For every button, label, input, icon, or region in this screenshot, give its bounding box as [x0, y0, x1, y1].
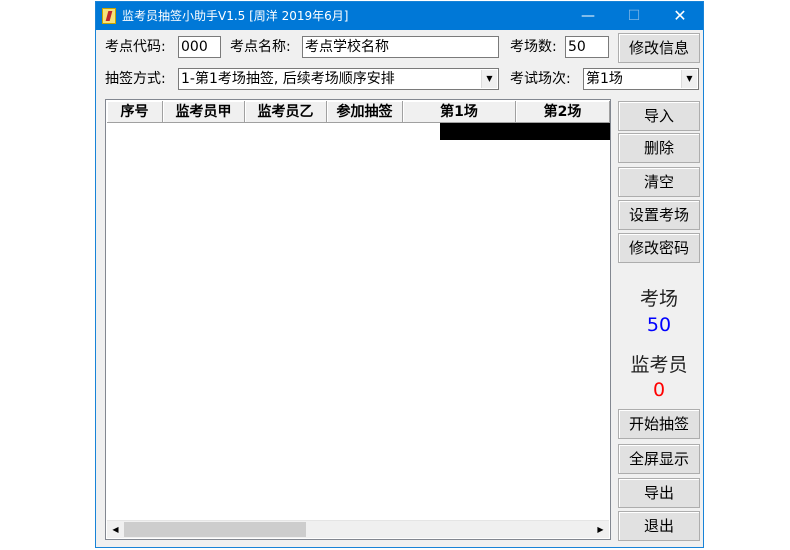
- session-select[interactable]: 第1场 ▼: [583, 68, 699, 90]
- site-code-label: 考点代码:: [105, 39, 166, 55]
- room-count-label: 考场数:: [510, 39, 557, 55]
- export-button[interactable]: 导出: [618, 478, 700, 508]
- chevron-down-icon[interactable]: ▼: [481, 70, 497, 88]
- import-button[interactable]: 导入: [618, 101, 700, 131]
- column-header-index[interactable]: 序号: [107, 101, 163, 123]
- rooms-stat-value: 50: [646, 314, 672, 336]
- modify-info-button[interactable]: 修改信息: [618, 33, 700, 63]
- draw-method-label: 抽签方式:: [105, 71, 166, 87]
- draw-method-select[interactable]: 1-第1考场抽签, 后续考场顺序安排 ▼: [178, 68, 499, 90]
- title-bar[interactable]: 监考员抽签小助手V1.5 [周洋 2019年6月] — ☐ ✕: [96, 2, 703, 30]
- invigilators-stat-label: 监考员: [630, 354, 688, 376]
- maximize-icon[interactable]: ☐: [611, 2, 657, 30]
- app-window: 监考员抽签小助手V1.5 [周洋 2019年6月] — ☐ ✕ 考点代码: 00…: [95, 1, 704, 548]
- change-password-button[interactable]: 修改密码: [618, 233, 700, 263]
- scroll-left-icon[interactable]: ◀: [107, 521, 124, 538]
- room-count-input[interactable]: 50: [565, 36, 609, 58]
- site-name-label: 考点名称:: [230, 39, 291, 55]
- column-header-participate[interactable]: 参加抽签: [327, 101, 403, 123]
- session-label: 考试场次:: [510, 71, 571, 87]
- site-code-input[interactable]: 000: [178, 36, 221, 58]
- column-header-invigilator-a[interactable]: 监考员甲: [163, 101, 245, 123]
- app-logo-icon: [102, 8, 116, 24]
- start-draw-button[interactable]: 开始抽签: [618, 409, 700, 439]
- clear-button[interactable]: 清空: [618, 167, 700, 197]
- scroll-right-icon[interactable]: ▶: [592, 521, 609, 538]
- selected-cell-bar: [440, 123, 610, 140]
- session-value: 第1场: [586, 71, 623, 87]
- rooms-stat-label: 考场: [639, 288, 678, 310]
- column-header-invigilator-b[interactable]: 监考员乙: [245, 101, 327, 123]
- column-header-session-2[interactable]: 第2场: [516, 101, 610, 123]
- invigilator-grid[interactable]: 序号 监考员甲 监考员乙 参加抽签 第1场 第2场 ◀ ▶: [105, 99, 611, 540]
- set-rooms-button[interactable]: 设置考场: [618, 200, 700, 230]
- horizontal-scrollbar[interactable]: ◀ ▶: [107, 520, 609, 538]
- invigilators-stat-value: 0: [652, 379, 666, 401]
- minimize-icon[interactable]: —: [565, 2, 611, 30]
- draw-method-value: 1-第1考场抽签, 后续考场顺序安排: [181, 71, 395, 87]
- exit-button[interactable]: 退出: [618, 511, 700, 541]
- chevron-down-icon[interactable]: ▼: [681, 70, 697, 88]
- delete-button[interactable]: 删除: [618, 133, 700, 163]
- site-name-input[interactable]: 考点学校名称: [302, 36, 499, 58]
- scrollbar-thumb[interactable]: [124, 522, 306, 537]
- window-title: 监考员抽签小助手V1.5 [周洋 2019年6月]: [122, 9, 349, 23]
- close-icon[interactable]: ✕: [657, 2, 703, 30]
- fullscreen-button[interactable]: 全屏显示: [618, 444, 700, 474]
- column-header-session-1[interactable]: 第1场: [403, 101, 516, 123]
